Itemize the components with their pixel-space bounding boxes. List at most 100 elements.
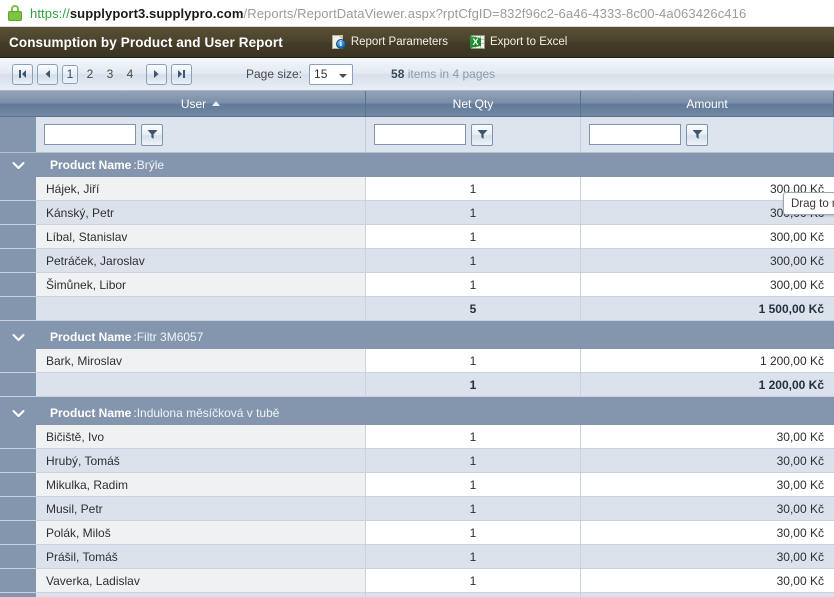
row-indicator xyxy=(0,425,36,448)
export-to-excel-label: Export to Excel xyxy=(489,36,568,48)
cell-net-qty: 1 xyxy=(366,273,581,296)
filter-cell-amount xyxy=(581,117,834,152)
address-url[interactable]: https://supplyport3.supplypro.com/Report… xyxy=(30,6,746,21)
table-row[interactable]: Líbal, Stanislav 1 300,00 Kč xyxy=(0,225,834,249)
table-row[interactable]: Hájek, Jiří 1 300,00 Kč xyxy=(0,177,834,201)
url-path: /Reports/ReportDataViewer.aspx?rptCfgID=… xyxy=(243,5,747,21)
group-footer-row: 51 500,00 Kč xyxy=(0,297,834,321)
items-info-prefix: items in xyxy=(407,67,450,81)
previous-page-icon[interactable] xyxy=(37,63,58,85)
chevron-down-icon xyxy=(339,73,348,78)
last-page-icon[interactable] xyxy=(171,63,192,85)
group-label-prefix: Product Name xyxy=(50,330,132,344)
cell-net-qty: 1 xyxy=(366,497,581,520)
cell-net-qty: 1 xyxy=(366,569,581,592)
row-indicator xyxy=(0,569,36,592)
items-info: 58 items in 4 pages xyxy=(391,67,495,81)
table-row[interactable]: Šimůnek, Libor 1 300,00 Kč xyxy=(0,273,834,297)
table-row[interactable]: Musil, Petr 1 30,00 Kč xyxy=(0,497,834,521)
cell-amount: 30,00 Kč xyxy=(581,473,834,496)
browser-address-bar[interactable]: https://supplyport3.supplypro.com/Report… xyxy=(0,0,834,27)
group-label-prefix: Product Name xyxy=(50,158,132,172)
filter-input-user[interactable] xyxy=(44,124,136,145)
footer-cell-amount: 1 500,00 Kč xyxy=(581,297,834,320)
report-viewer-page: https://supplyport3.supplypro.com/Report… xyxy=(0,0,834,597)
cell-amount: 1 200,00 Kč xyxy=(581,349,834,372)
pages-count: 4 xyxy=(452,67,460,81)
report-title-bar: Consumption by Product and User Report i… xyxy=(0,27,834,58)
group-header-label: Product Name: Indulona měsíčková v tubě xyxy=(36,401,834,425)
report-grid: User Net Qty Amount Product Name: Brýle… xyxy=(0,91,834,597)
column-header-user-label: User xyxy=(180,96,207,111)
table-row[interactable]: Petráček, Jaroslav 1 300,00 Kč xyxy=(0,249,834,273)
filter-funnel-icon-user[interactable] xyxy=(141,123,163,146)
row-indicator xyxy=(0,349,36,372)
table-row[interactable]: Vaverka, Ladislav 1 30,00 Kč xyxy=(0,569,834,593)
column-header-net-qty[interactable]: Net Qty xyxy=(366,91,581,117)
cell-net-qty: 1 xyxy=(366,425,581,448)
filter-input-amount[interactable] xyxy=(589,124,681,145)
items-info-suffix: pages xyxy=(462,67,496,81)
footer-cell-user xyxy=(36,593,366,597)
first-page-icon[interactable] xyxy=(12,63,33,85)
group-header-row[interactable]: Product Name: Indulona měsíčková v tubě xyxy=(0,401,834,425)
group-name: Indulona měsíčková v tubě xyxy=(136,406,280,420)
filter-funnel-icon-net-qty[interactable] xyxy=(471,123,493,146)
cell-net-qty: 1 xyxy=(366,177,581,200)
filter-funnel-icon-amount[interactable] xyxy=(686,123,708,146)
page-button-1[interactable]: 1 xyxy=(62,64,78,84)
group-name: Filtr 3M6057 xyxy=(136,330,204,344)
footer-indicator xyxy=(0,593,36,597)
grid-filter-row xyxy=(0,117,834,153)
cell-net-qty: 1 xyxy=(366,249,581,272)
group-header-row[interactable]: Product Name: Brýle xyxy=(0,153,834,177)
group-footer-row: 11 200,00 Kč xyxy=(0,373,834,397)
group-indicator-header xyxy=(0,91,36,117)
url-host: supplyport3.supplypro.com xyxy=(69,5,244,21)
grid-body: Product Name: Brýle Hájek, Jiří 1 300,00 Kč… xyxy=(0,153,834,597)
group-name: Brýle xyxy=(136,158,165,172)
group-footer-row: 7210,00 Kč xyxy=(0,593,834,597)
footer-cell-user xyxy=(36,373,366,396)
table-row[interactable]: Polák, Miloš 1 30,00 Kč xyxy=(0,521,834,545)
table-row[interactable]: Prášil, Tomáš 1 30,00 Kč xyxy=(0,545,834,569)
cell-amount: 300,00 Kč xyxy=(581,249,834,272)
column-header-amount-label: Amount xyxy=(686,96,728,111)
table-row[interactable]: Kánský, Petr1300,00 Kč xyxy=(0,201,834,225)
cell-user: Líbal, Stanislav xyxy=(36,225,366,248)
row-indicator xyxy=(0,473,36,496)
column-header-net-qty-label: Net Qty xyxy=(452,96,494,111)
filter-cell-net-qty xyxy=(366,117,581,152)
table-row[interactable]: Bark, Miroslav 1 1 200,00 Kč xyxy=(0,349,834,373)
cell-user: Bičiště, Ivo xyxy=(36,425,366,448)
cell-net-qty: 1 xyxy=(366,473,581,496)
column-header-user[interactable]: User xyxy=(36,91,366,117)
group-collapse-toggle[interactable] xyxy=(0,153,36,177)
page-button-2[interactable]: 2 xyxy=(82,65,98,84)
group-collapse-toggle[interactable] xyxy=(0,325,36,349)
page-size-select[interactable]: 15 xyxy=(309,63,354,85)
next-page-icon[interactable] xyxy=(146,63,167,85)
cell-user: Mikulka, Radim xyxy=(36,473,366,496)
report-parameters-button[interactable]: i Report Parameters xyxy=(331,34,448,50)
table-row[interactable]: Bičiště, Ivo 1 30,00 Kč xyxy=(0,425,834,449)
page-size-value: 15 xyxy=(314,67,328,81)
row-indicator xyxy=(0,521,36,544)
row-indicator xyxy=(0,177,36,200)
filter-input-net-qty[interactable] xyxy=(374,124,466,145)
page-button-4[interactable]: 4 xyxy=(122,65,138,84)
page-button-3[interactable]: 3 xyxy=(102,65,118,84)
table-row[interactable]: Hrubý, Tomáš 1 30,00 Kč xyxy=(0,449,834,473)
excel-icon: X xyxy=(469,35,485,49)
cell-amount: 300,00 Kč xyxy=(581,273,834,296)
items-count: 58 xyxy=(391,67,405,81)
footer-indicator xyxy=(0,373,36,396)
table-row[interactable]: Mikulka, Radim 1 30,00 Kč xyxy=(0,473,834,497)
grid-header-row: User Net Qty Amount xyxy=(0,91,834,117)
export-to-excel-button[interactable]: X Export to Excel xyxy=(469,35,568,49)
row-indicator xyxy=(0,545,36,568)
group-header-row[interactable]: Product Name: Filtr 3M6057 xyxy=(0,325,834,349)
cell-user: Šimůnek, Libor xyxy=(36,273,366,296)
column-header-amount[interactable]: Amount xyxy=(581,91,834,117)
group-collapse-toggle[interactable] xyxy=(0,401,36,425)
